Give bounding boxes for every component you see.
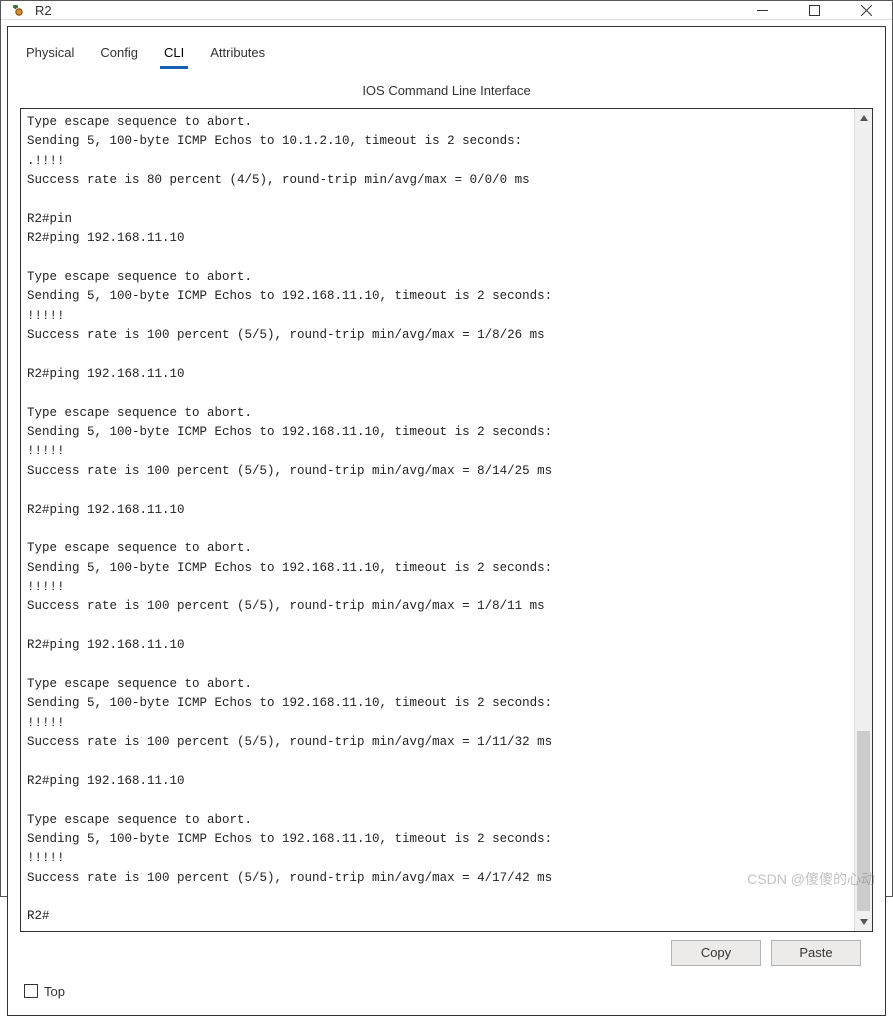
app-icon [9, 1, 27, 19]
paste-button[interactable]: Paste [771, 940, 861, 966]
copy-button[interactable]: Copy [671, 940, 761, 966]
scroll-thumb[interactable] [857, 731, 870, 911]
maximize-button[interactable] [788, 1, 840, 19]
content-frame: Physical Config CLI Attributes IOS Comma… [7, 26, 886, 1016]
tab-config[interactable]: Config [96, 41, 142, 69]
app-window: R2 Physical Config CLI Attributes IOS Co… [0, 0, 893, 897]
window-controls [736, 1, 892, 19]
terminal-output[interactable]: Type escape sequence to abort. Sending 5… [21, 109, 854, 931]
tab-physical[interactable]: Physical [22, 41, 78, 69]
footer: Top [10, 974, 883, 1009]
tabs: Physical Config CLI Attributes [10, 29, 883, 69]
minimize-button[interactable] [736, 1, 788, 19]
titlebar: R2 [1, 1, 892, 20]
terminal-box: Type escape sequence to abort. Sending 5… [20, 108, 873, 932]
tab-attributes[interactable]: Attributes [206, 41, 269, 69]
top-checkbox[interactable] [24, 984, 38, 998]
scrollbar[interactable] [854, 109, 872, 931]
terminal-area: Type escape sequence to abort. Sending 5… [20, 108, 873, 966]
scroll-down-icon[interactable] [855, 913, 872, 931]
tab-cli[interactable]: CLI [160, 41, 188, 69]
close-button[interactable] [840, 1, 892, 19]
window-title: R2 [35, 3, 736, 18]
scroll-up-icon[interactable] [855, 109, 872, 127]
top-label: Top [44, 984, 65, 999]
button-row: Copy Paste [20, 932, 873, 966]
cli-title: IOS Command Line Interface [10, 69, 883, 104]
